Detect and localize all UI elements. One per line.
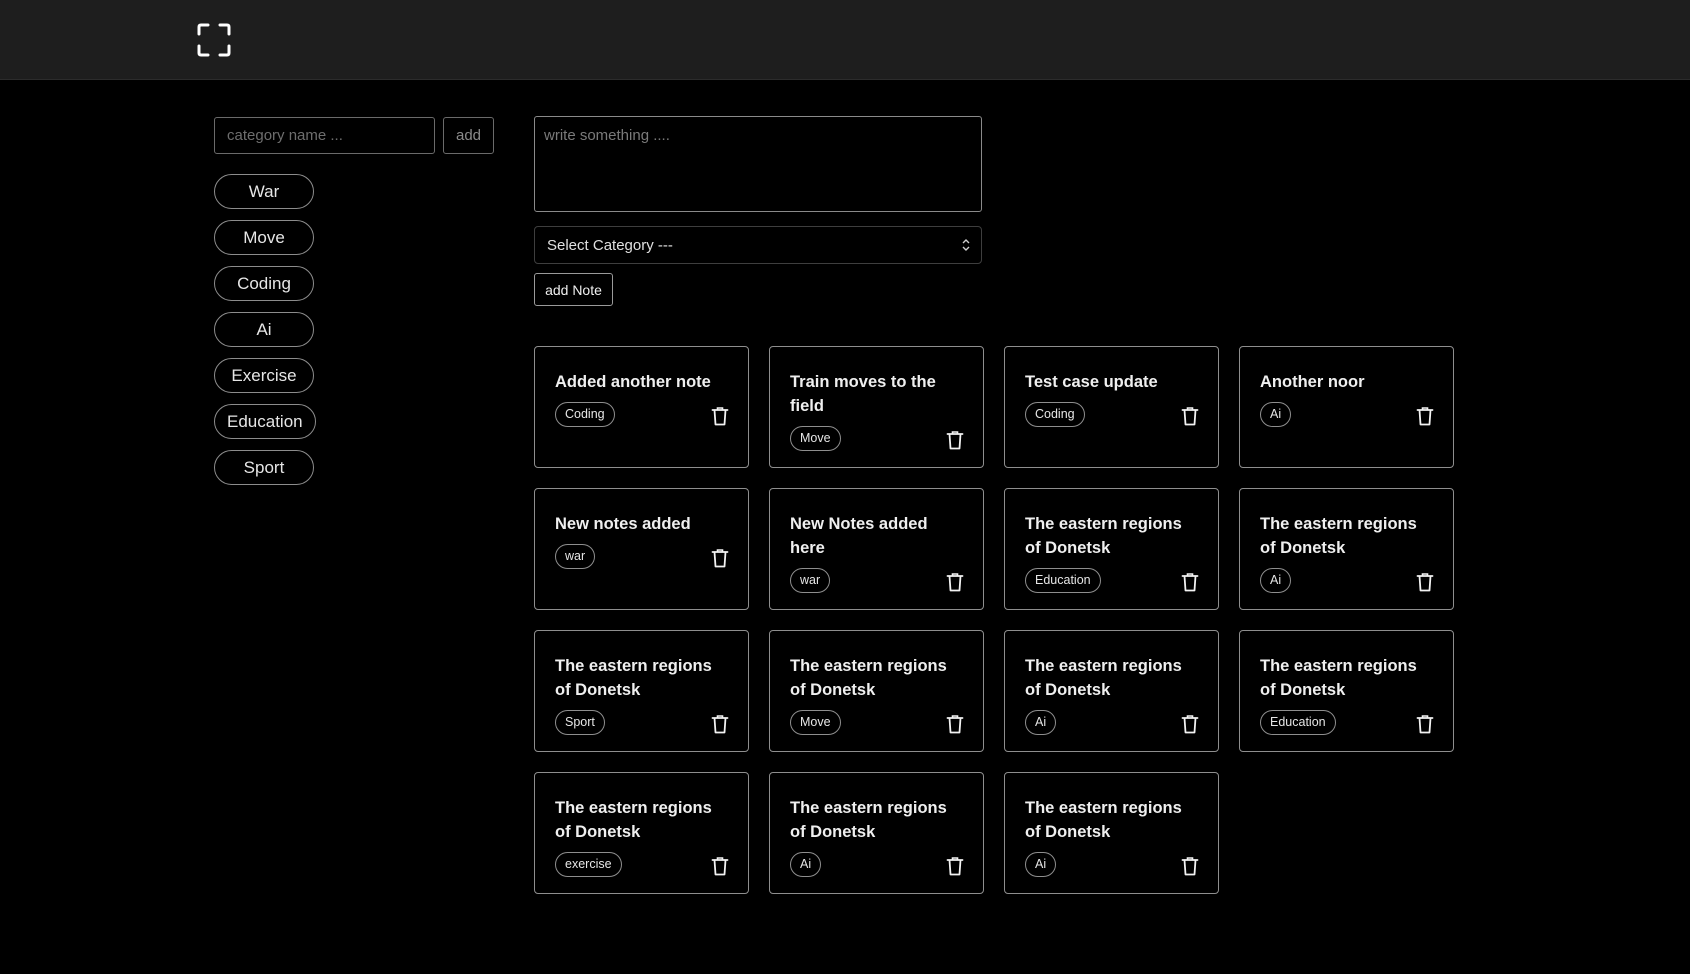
category-select[interactable]: Select Category --- (534, 226, 982, 264)
trash-icon[interactable] (1181, 406, 1199, 426)
trash-icon[interactable] (1181, 856, 1199, 876)
note-card: The eastern regions of Donetsk Education (1239, 630, 1454, 752)
note-category-tag: Ai (1025, 710, 1057, 735)
note-category-tag: Move (790, 710, 841, 735)
note-title: The eastern regions of Donetsk (1025, 799, 1182, 841)
trash-icon[interactable] (946, 714, 964, 734)
note-card: Train moves to the field Move (769, 346, 984, 468)
note-category-tag: war (555, 544, 596, 569)
trash-icon[interactable] (711, 856, 729, 876)
category-pill-education[interactable]: Education (214, 404, 316, 439)
note-title: The eastern regions of Donetsk (1260, 515, 1417, 557)
note-category-tag: Move (790, 426, 841, 451)
note-title: The eastern regions of Donetsk (1025, 515, 1182, 557)
note-card: New notes added war (534, 488, 749, 610)
category-pill-coding[interactable]: Coding (214, 266, 314, 301)
category-pill-ai[interactable]: Ai (214, 312, 314, 347)
note-card: The eastern regions of Donetsk Ai (1004, 630, 1219, 752)
notes-grid: Added another note Coding Train moves to t… (534, 346, 1454, 894)
trash-icon[interactable] (946, 430, 964, 450)
note-title: Added another note (555, 373, 711, 391)
note-category-tag: Coding (1025, 402, 1085, 427)
note-textarea[interactable] (534, 116, 982, 212)
category-list: War Move Coding Ai Exercise Education Sport (214, 174, 316, 496)
note-title: Test case update (1025, 373, 1158, 391)
note-title: The eastern regions of Donetsk (1025, 657, 1182, 699)
top-bar (0, 0, 1690, 80)
trash-icon[interactable] (1181, 572, 1199, 592)
trash-icon[interactable] (711, 714, 729, 734)
add-note-button[interactable]: add Note (534, 273, 613, 306)
trash-icon[interactable] (1416, 572, 1434, 592)
note-title: The eastern regions of Donetsk (790, 657, 947, 699)
note-category-tag: Education (1025, 568, 1101, 593)
note-title: The eastern regions of Donetsk (1260, 657, 1417, 699)
note-category-tag: Sport (555, 710, 605, 735)
note-category-tag: war (790, 568, 831, 593)
note-category-tag: exercise (555, 852, 622, 877)
category-name-input[interactable] (214, 117, 435, 154)
note-card: The eastern regions of Donetsk Ai (1239, 488, 1454, 610)
trash-icon[interactable] (946, 856, 964, 876)
category-pill-sport[interactable]: Sport (214, 450, 314, 485)
note-card: The eastern regions of Donetsk exercise (534, 772, 749, 894)
add-category-button[interactable]: add (443, 117, 494, 154)
note-title: The eastern regions of Donetsk (555, 657, 712, 699)
chevron-up-down-icon (962, 239, 970, 251)
note-card: Added another note Coding (534, 346, 749, 468)
note-category-tag: Coding (555, 402, 615, 427)
trash-icon[interactable] (946, 572, 964, 592)
note-card: The eastern regions of Donetsk Move (769, 630, 984, 752)
category-select-value: Select Category --- (547, 236, 673, 254)
trash-icon[interactable] (711, 406, 729, 426)
note-card: The eastern regions of Donetsk Sport (534, 630, 749, 752)
trash-icon[interactable] (1416, 406, 1434, 426)
note-title: New Notes added here (790, 515, 928, 557)
note-category-tag: Education (1260, 710, 1336, 735)
note-card: Another noor Ai (1239, 346, 1454, 468)
category-pill-war[interactable]: War (214, 174, 314, 209)
note-title: The eastern regions of Donetsk (790, 799, 947, 841)
fullscreen-icon[interactable] (196, 22, 232, 58)
note-category-tag: Ai (790, 852, 822, 877)
note-title: Another noor (1260, 373, 1365, 391)
trash-icon[interactable] (1181, 714, 1199, 734)
note-card: The eastern regions of Donetsk Education (1004, 488, 1219, 610)
trash-icon[interactable] (711, 548, 729, 568)
note-card: The eastern regions of Donetsk Ai (769, 772, 984, 894)
trash-icon[interactable] (1416, 714, 1434, 734)
note-title: Train moves to the field (790, 373, 936, 415)
note-card: Test case update Coding (1004, 346, 1219, 468)
note-category-tag: Ai (1025, 852, 1057, 877)
note-category-tag: Ai (1260, 402, 1292, 427)
note-card: New Notes added here war (769, 488, 984, 610)
category-pill-exercise[interactable]: Exercise (214, 358, 314, 393)
note-category-tag: Ai (1260, 568, 1292, 593)
note-title: The eastern regions of Donetsk (555, 799, 712, 841)
note-title: New notes added (555, 515, 691, 533)
category-pill-move[interactable]: Move (214, 220, 314, 255)
note-card: The eastern regions of Donetsk Ai (1004, 772, 1219, 894)
